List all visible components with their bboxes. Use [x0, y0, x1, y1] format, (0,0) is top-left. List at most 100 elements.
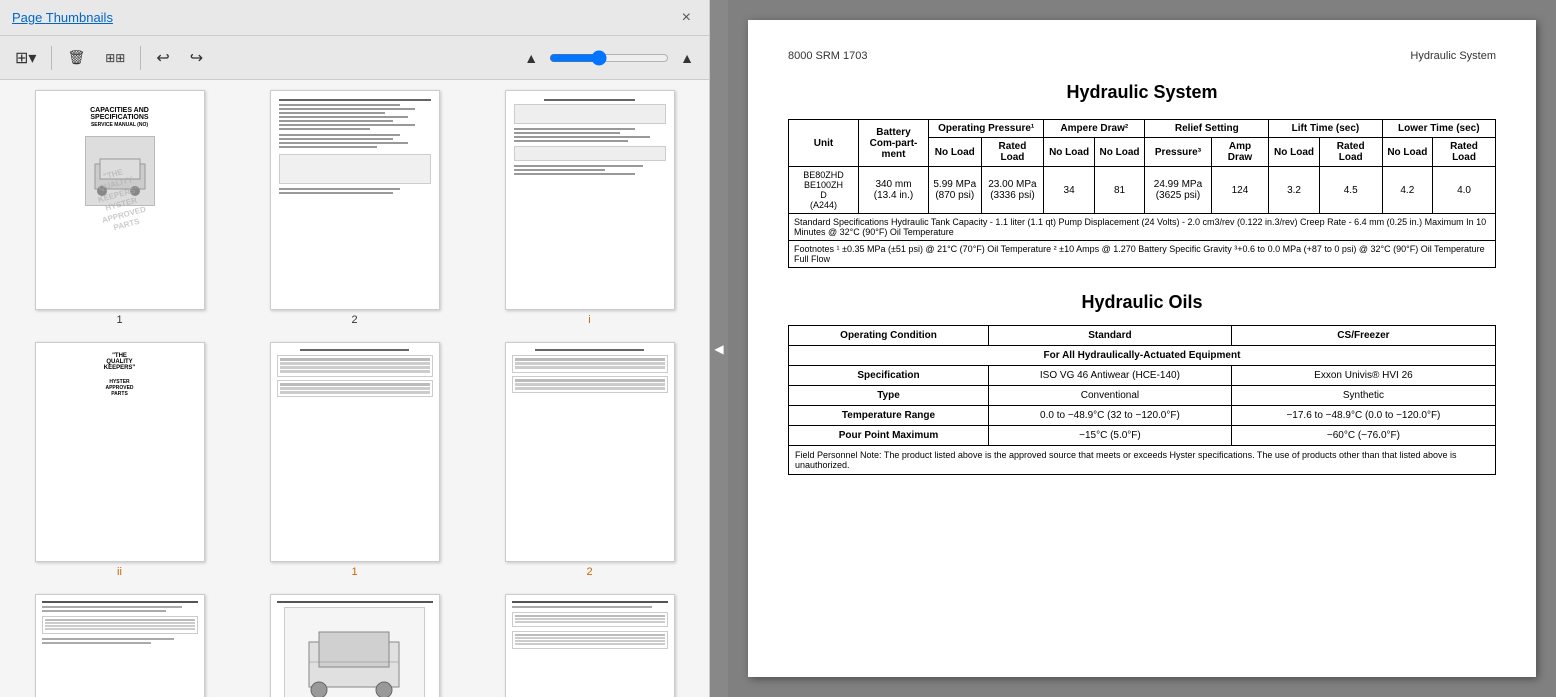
oils-pour-std: −15°C (5.0°F): [989, 426, 1232, 446]
thumb-label-3: i: [588, 314, 590, 326]
col-unit: Unit: [789, 120, 859, 167]
thumbnail-item-3[interactable]: i: [480, 90, 699, 326]
col-ampere-draw: Ampere Draw²: [1044, 120, 1145, 138]
oils-spec-label: Specification: [789, 366, 989, 386]
thumbnail-item-9[interactable]: 5: [480, 594, 699, 697]
zoom-in-button[interactable]: ▲: [673, 46, 701, 70]
sub-lift-no: No Load: [1269, 138, 1319, 167]
sub-amp-draw: Amp Draw: [1211, 138, 1269, 167]
thumbnail-item-4[interactable]: "THEQUALITYKEEPERS" HYSTERAPPROVEDPARTS …: [10, 342, 229, 578]
thumbnail-page-6[interactable]: [505, 342, 675, 562]
document-header: 8000 SRM 1703 Hydraulic System: [788, 50, 1496, 62]
cell-lower-rated: 4.0: [1433, 167, 1496, 214]
col-relief-setting: Relief Setting: [1145, 120, 1269, 138]
collapse-icon: ◀: [714, 342, 723, 356]
oils-col-standard: Standard: [989, 326, 1232, 346]
toolbar-separator-2: [140, 46, 141, 70]
oils-spec-cs: Exxon Univis® HVI 26: [1231, 366, 1495, 386]
doc-header-right: Hydraulic System: [1410, 50, 1496, 62]
panel-title-link[interactable]: Thumbnails: [46, 10, 113, 25]
thumbnail-page-4[interactable]: "THEQUALITYKEEPERS" HYSTERAPPROVEDPARTS: [35, 342, 205, 562]
insert-button[interactable]: ⊞⊞: [98, 47, 132, 69]
sub-amp-no-load: No Load: [1044, 138, 1094, 167]
oils-temp-label: Temperature Range: [789, 406, 989, 426]
col-operating-pressure: Operating Pressure¹: [929, 120, 1044, 138]
thumb-label-1: 1: [116, 314, 122, 326]
thumbnail-page-8[interactable]: [270, 594, 440, 697]
oils-note-cell: Field Personnel Note: The product listed…: [789, 446, 1496, 475]
oils-row-type: Type Conventional Synthetic: [789, 386, 1496, 406]
toolbar: ⊞▾ 🗑 ⊞⊞ ↩ ↪ ▲ ▲: [0, 36, 709, 80]
cell-pressure: 24.99 MPa(3625 psi): [1145, 167, 1211, 214]
thumbnail-page-7[interactable]: [35, 594, 205, 697]
cell-unit: BE80ZHDBE100ZHD(A244): [789, 167, 859, 214]
std-specs-cell: Standard Specifications Hydraulic Tank C…: [789, 214, 1496, 241]
redo-button[interactable]: ↪: [183, 44, 210, 72]
oils-spec-std: ISO VG 46 Antiwear (HCE-140): [989, 366, 1232, 386]
std-specs-row: Standard Specifications Hydraulic Tank C…: [789, 214, 1496, 241]
footnotes-row: Footnotes ¹ ±0.35 MPa (±51 psi) @ 21°C (…: [789, 241, 1496, 268]
col-lower-time: Lower Time (sec): [1382, 120, 1495, 138]
oils-type-label: Type: [789, 386, 989, 406]
thumbnail-item-2[interactable]: 2: [245, 90, 464, 326]
thumbnail-grid: CAPACITIES ANDSPECIFICATIONSSERVICE MANU…: [10, 90, 699, 697]
oils-row-pour: Pour Point Maximum −15°C (5.0°F) −60°C (…: [789, 426, 1496, 446]
thumbnail-page-3[interactable]: [505, 90, 675, 310]
panel-title: Page Thumbnails: [12, 10, 113, 25]
oils-row-spec: Specification ISO VG 46 Antiwear (HCE-14…: [789, 366, 1496, 386]
document-page: 8000 SRM 1703 Hydraulic System Hydraulic…: [748, 20, 1536, 677]
hydraulic-oils-table: Operating Condition Standard CS/Freezer …: [788, 325, 1496, 475]
thumb-label-2: 2: [351, 314, 357, 326]
thumbnails-area: CAPACITIES ANDSPECIFICATIONSSERVICE MANU…: [0, 80, 709, 697]
thumbnail-item-1[interactable]: CAPACITIES ANDSPECIFICATIONSSERVICE MANU…: [10, 90, 229, 326]
thumbnail-item-5[interactable]: 1: [245, 342, 464, 578]
thumbnail-page-2[interactable]: [270, 90, 440, 310]
cell-battery: 340 mm(13.4 in.): [859, 167, 929, 214]
sub-lower-no: No Load: [1382, 138, 1432, 167]
doc-header-left: 8000 SRM 1703: [788, 50, 868, 62]
collapse-handle[interactable]: ◀: [710, 0, 728, 697]
panel-title-static: Page: [12, 10, 46, 25]
oils-col-condition: Operating Condition: [789, 326, 989, 346]
oils-col-freezer: CS/Freezer: [1231, 326, 1495, 346]
thumb-label-4: ii: [117, 566, 122, 578]
sub-amp-no-load2: No Load: [1094, 138, 1144, 167]
cell-lift-no: 3.2: [1269, 167, 1319, 214]
hydraulic-oils-title: Hydraulic Oils: [788, 292, 1496, 313]
panel-header: Page Thumbnails ×: [0, 0, 709, 36]
sub-op-rated-load: Rated Load: [981, 138, 1044, 167]
zoom-out-button[interactable]: ▲: [517, 46, 545, 70]
oils-row-temp: Temperature Range 0.0 to −48.9°C (32 to …: [789, 406, 1496, 426]
undo-button[interactable]: ↩: [149, 44, 176, 72]
sub-pressure: Pressure³: [1145, 138, 1211, 167]
hydraulic-system-table: Unit Battery Com-part-ment Operating Pre…: [788, 119, 1496, 268]
oils-temp-std: 0.0 to −48.9°C (32 to −120.0°F): [989, 406, 1232, 426]
oils-temp-cs: −17.6 to −48.9°C (0.0 to −120.0°F): [1231, 406, 1495, 426]
cell-op-rated: 23.00 MPa(3336 psi): [981, 167, 1044, 214]
zoom-slider[interactable]: [549, 50, 669, 66]
close-panel-button[interactable]: ×: [676, 7, 697, 29]
thumbnail-page-9[interactable]: [505, 594, 675, 697]
cell-op-no-load: 5.99 MPa(870 psi): [929, 167, 982, 214]
hydraulic-system-title: Hydraulic System: [788, 82, 1496, 103]
thumbnail-page-5[interactable]: [270, 342, 440, 562]
zoom-slider-container: ▲ ▲: [517, 46, 701, 70]
page-nav-button[interactable]: ⊞▾: [8, 44, 43, 72]
sub-op-no-load: No Load: [929, 138, 982, 167]
delete-button[interactable]: 🗑: [60, 45, 92, 70]
thumb-label-6: 2: [586, 566, 592, 578]
cell-amp-draw: 124: [1211, 167, 1269, 214]
thumb-label-5: 1: [351, 566, 357, 578]
sub-lower-rated: Rated Load: [1433, 138, 1496, 167]
thumbnail-page-1[interactable]: CAPACITIES ANDSPECIFICATIONSSERVICE MANU…: [35, 90, 205, 310]
thumbnail-item-7[interactable]: 3: [10, 594, 229, 697]
hyd-table-row-1: BE80ZHDBE100ZHD(A244) 340 mm(13.4 in.) 5…: [789, 167, 1496, 214]
cell-lift-rated: 4.5: [1319, 167, 1382, 214]
oils-type-cs: Synthetic: [1231, 386, 1495, 406]
thumbnail-item-8[interactable]: 4: [245, 594, 464, 697]
oils-type-std: Conventional: [989, 386, 1232, 406]
oils-span-row: For All Hydraulically-Actuated Equipment: [789, 346, 1496, 366]
thumbnail-item-6[interactable]: 2: [480, 342, 699, 578]
oils-span-cell: For All Hydraulically-Actuated Equipment: [789, 346, 1496, 366]
col-lift-time: Lift Time (sec): [1269, 120, 1382, 138]
